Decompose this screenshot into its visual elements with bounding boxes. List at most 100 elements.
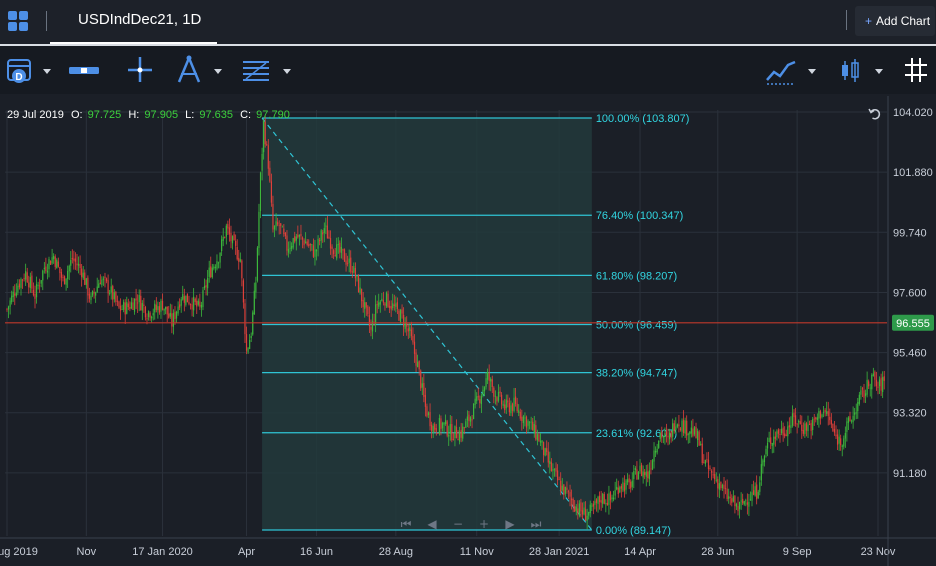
candle-body — [387, 293, 389, 308]
candle-body — [533, 423, 535, 433]
candle-body — [734, 495, 736, 507]
price-chart[interactable]: 100.00% (103.807) 76.40% (100.347) 61.80% … — [0, 96, 936, 566]
lines-dropdown-icon[interactable] — [283, 69, 291, 74]
candle-body — [174, 311, 176, 320]
candle-body — [499, 391, 501, 394]
candle-body — [399, 309, 402, 323]
candle-body — [59, 266, 61, 274]
nav-next-button[interactable]: ▶ — [505, 517, 515, 531]
candle-body — [493, 387, 495, 397]
candle-body — [676, 424, 678, 427]
compass-icon[interactable] — [174, 46, 204, 94]
candle-body — [463, 427, 465, 429]
indicator-icon[interactable] — [764, 46, 798, 94]
candle-body — [833, 428, 836, 433]
candle-body — [617, 487, 619, 495]
candle-body — [228, 227, 231, 235]
candle-body — [690, 427, 692, 434]
candle-body — [681, 420, 683, 432]
candle-body — [385, 292, 388, 307]
chart-type-dropdown-icon[interactable] — [875, 69, 883, 74]
candle-body — [278, 224, 280, 226]
candle-body — [583, 507, 585, 515]
candle-body — [432, 425, 434, 433]
candle-body — [12, 291, 14, 298]
candle-body — [466, 416, 468, 421]
add-chart-button[interactable]: + Add Chart — [855, 6, 935, 36]
hash-icon[interactable] — [902, 46, 930, 94]
candle-body — [384, 303, 386, 306]
candle-body — [256, 247, 259, 281]
compass-dropdown-icon[interactable] — [214, 69, 222, 74]
candle-body — [529, 422, 531, 424]
candle-body — [264, 121, 266, 145]
candle-body — [743, 501, 745, 505]
candle-body — [93, 292, 95, 294]
candle-body — [552, 469, 554, 471]
nav-first-button[interactable]: ⏮ — [401, 517, 412, 531]
fib-level-label: 76.40% (100.347) — [596, 210, 683, 222]
candle-body — [572, 498, 574, 507]
candle-body — [860, 390, 862, 395]
candle-body — [144, 307, 147, 318]
candle-body — [252, 312, 254, 335]
candle-body — [323, 228, 325, 234]
candle-body — [126, 302, 128, 314]
candle-body — [426, 406, 428, 417]
candlestick-icon[interactable] — [838, 46, 862, 94]
candle-body — [830, 419, 832, 425]
candle-body — [242, 280, 245, 303]
lines-icon[interactable] — [240, 46, 272, 94]
candle-body — [793, 412, 795, 418]
add-chart-label: Add Chart — [876, 14, 931, 28]
range-icon[interactable] — [66, 46, 102, 94]
y-tick-label: 104.020 — [893, 107, 933, 119]
candle-body — [429, 412, 431, 427]
zoom-out-button[interactable]: − — [453, 517, 463, 531]
candle-body — [745, 500, 747, 502]
candle-body — [553, 469, 556, 471]
candle-body — [645, 471, 647, 477]
candle-body — [791, 413, 794, 426]
nav-prev-button[interactable]: ◀ — [427, 517, 437, 531]
chart-tab-title[interactable]: USDIndDec21, 1D — [78, 11, 201, 28]
nav-last-button[interactable]: ⏭ — [531, 517, 542, 531]
candle-body — [628, 478, 630, 483]
candle-body — [760, 464, 762, 481]
candle-body — [577, 508, 579, 514]
indicator-dropdown-icon[interactable] — [808, 69, 816, 74]
candle-body — [821, 414, 823, 417]
candle-body — [73, 258, 75, 261]
candle-body — [480, 396, 482, 405]
candle-body — [87, 277, 89, 296]
candle-body — [166, 306, 168, 315]
zoom-in-button[interactable]: + — [479, 517, 489, 531]
candle-body — [295, 236, 297, 241]
candle-body — [81, 268, 83, 277]
candle-body — [379, 301, 381, 305]
crosshair-icon[interactable] — [126, 46, 154, 94]
candle-body — [7, 306, 10, 310]
candle-body — [326, 225, 329, 239]
candle-body — [622, 482, 624, 491]
candle-body — [300, 233, 302, 237]
candle-body — [202, 290, 204, 308]
candle-body — [801, 424, 803, 431]
candle-body — [538, 434, 540, 442]
grid-menu-icon[interactable] — [7, 10, 29, 32]
candle-body — [311, 244, 313, 246]
candle-body — [813, 418, 815, 420]
calendar-dropdown-icon[interactable] — [43, 69, 51, 74]
candle-body — [782, 427, 784, 436]
candle-body — [25, 271, 27, 280]
candle-body — [26, 272, 28, 283]
candle-body — [9, 300, 11, 307]
candle-body — [547, 451, 549, 463]
calendar-icon[interactable]: D — [4, 46, 34, 94]
candle-body — [598, 495, 601, 502]
candle-body — [287, 249, 290, 253]
candle-body — [245, 334, 248, 351]
candle-body — [485, 378, 487, 388]
candle-body — [735, 504, 738, 507]
candle-body — [698, 431, 700, 446]
